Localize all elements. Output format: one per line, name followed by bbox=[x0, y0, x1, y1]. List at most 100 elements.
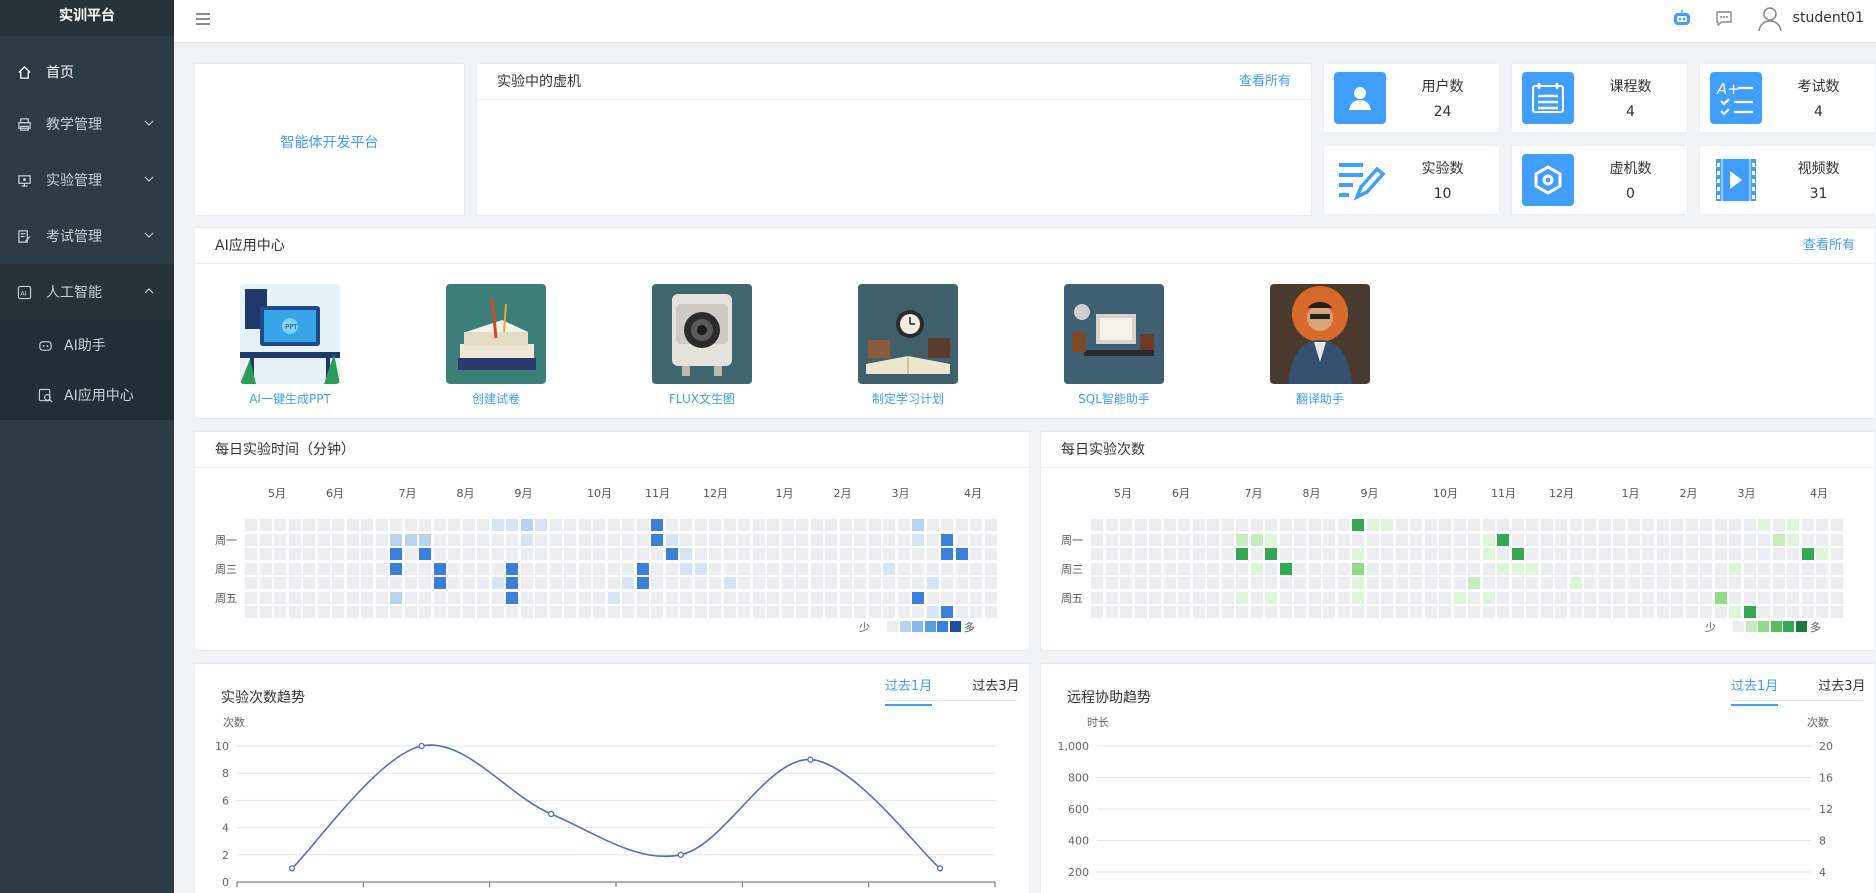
heatmap-cell[interactable] bbox=[303, 606, 315, 618]
heatmap-cell[interactable] bbox=[1120, 577, 1132, 589]
heatmap-cell[interactable] bbox=[607, 577, 620, 589]
heatmap-cell[interactable] bbox=[477, 562, 489, 575]
heatmap-cell[interactable] bbox=[825, 562, 837, 575]
heatmap-cell[interactable] bbox=[259, 577, 272, 589]
heatmap-cell[interactable] bbox=[259, 548, 272, 560]
heatmap-cell[interactable] bbox=[1627, 519, 1640, 531]
heatmap-cell[interactable] bbox=[477, 606, 489, 618]
heatmap-cell[interactable] bbox=[1308, 577, 1321, 589]
heatmap-cell[interactable] bbox=[970, 533, 982, 546]
heatmap-cell[interactable] bbox=[462, 606, 475, 618]
heatmap-cell[interactable] bbox=[245, 548, 257, 560]
heatmap-cell[interactable] bbox=[578, 606, 591, 618]
heatmap-cell[interactable] bbox=[1671, 533, 1683, 546]
heatmap-cell[interactable] bbox=[404, 591, 417, 604]
heatmap-cell[interactable] bbox=[1120, 519, 1132, 531]
heatmap-cell[interactable] bbox=[361, 533, 373, 546]
heatmap-cell[interactable] bbox=[564, 577, 576, 589]
heatmap-cell[interactable] bbox=[1787, 519, 1799, 531]
ai-view-all-link[interactable]: 查看所有 bbox=[1803, 228, 1855, 264]
heatmap-cell[interactable] bbox=[520, 606, 533, 618]
heatmap-cell[interactable] bbox=[361, 548, 373, 560]
heatmap-cell[interactable] bbox=[1555, 519, 1567, 531]
heatmap-cell[interactable] bbox=[636, 519, 649, 531]
heatmap-cell[interactable] bbox=[1700, 591, 1712, 604]
heatmap-cell[interactable] bbox=[651, 577, 663, 589]
heatmap-cell[interactable] bbox=[1468, 519, 1480, 531]
heatmap-cell[interactable] bbox=[317, 577, 330, 589]
heatmap-cell[interactable] bbox=[1511, 519, 1524, 531]
agent-platform-link[interactable]: 智能体开发平台 bbox=[195, 132, 464, 152]
heatmap-cell[interactable] bbox=[274, 533, 286, 546]
heatmap-cell[interactable] bbox=[1265, 591, 1277, 604]
heatmap-cell[interactable] bbox=[477, 577, 489, 589]
heatmap-cell[interactable] bbox=[593, 519, 605, 531]
heatmap-cell[interactable] bbox=[477, 533, 489, 546]
heatmap-cell[interactable] bbox=[1685, 533, 1698, 546]
heatmap-cell[interactable] bbox=[1149, 533, 1161, 546]
heatmap-cell[interactable] bbox=[520, 519, 533, 531]
heatmap-cell[interactable] bbox=[1250, 519, 1263, 531]
heatmap-cell[interactable] bbox=[883, 577, 895, 589]
heatmap-cell[interactable] bbox=[1105, 548, 1118, 560]
heatmap-cell[interactable] bbox=[1787, 533, 1799, 546]
heatmap-cell[interactable] bbox=[709, 533, 721, 546]
heatmap-cell[interactable] bbox=[1584, 562, 1596, 575]
heatmap-cell[interactable] bbox=[506, 562, 518, 575]
heatmap-cell[interactable] bbox=[332, 562, 344, 575]
heatmap-cell[interactable] bbox=[1294, 562, 1306, 575]
heatmap-cell[interactable] bbox=[781, 548, 794, 560]
heatmap-cell[interactable] bbox=[912, 562, 924, 575]
heatmap-cell[interactable] bbox=[622, 519, 634, 531]
heatmap-cell[interactable] bbox=[709, 548, 721, 560]
heatmap-cell[interactable] bbox=[665, 533, 678, 546]
heatmap-cell[interactable] bbox=[346, 548, 359, 560]
heatmap-cell[interactable] bbox=[1308, 606, 1321, 618]
heatmap-cell[interactable] bbox=[1439, 548, 1451, 560]
heatmap-cell[interactable] bbox=[317, 606, 330, 618]
heatmap-cell[interactable] bbox=[1308, 562, 1321, 575]
heatmap-cell[interactable] bbox=[1207, 606, 1219, 618]
heatmap-cell[interactable] bbox=[332, 606, 344, 618]
data-point[interactable] bbox=[807, 756, 814, 763]
heatmap-cell[interactable] bbox=[738, 548, 750, 560]
heatmap-cell[interactable] bbox=[1540, 606, 1553, 618]
heatmap-cell[interactable] bbox=[651, 519, 663, 531]
heatmap-cell[interactable] bbox=[1685, 548, 1698, 560]
heatmap-cell[interactable] bbox=[1163, 533, 1176, 546]
heatmap-cell[interactable] bbox=[375, 591, 388, 604]
heatmap-cell[interactable] bbox=[346, 591, 359, 604]
heatmap-cell[interactable] bbox=[549, 606, 562, 618]
heatmap-cell[interactable] bbox=[970, 562, 982, 575]
heatmap-cell[interactable] bbox=[1453, 562, 1466, 575]
heatmap-cell[interactable] bbox=[1424, 533, 1437, 546]
heatmap-cell[interactable] bbox=[1642, 606, 1654, 618]
heatmap-cell[interactable] bbox=[433, 533, 446, 546]
heatmap-cell[interactable] bbox=[1729, 562, 1741, 575]
heatmap-cell[interactable] bbox=[636, 606, 649, 618]
heatmap-cell[interactable] bbox=[1120, 591, 1132, 604]
heatmap-cell[interactable] bbox=[825, 606, 837, 618]
heatmap-cell[interactable] bbox=[303, 533, 315, 546]
heatmap-cell[interactable] bbox=[926, 562, 939, 575]
heatmap-cell[interactable] bbox=[955, 519, 968, 531]
heatmap-cell[interactable] bbox=[462, 591, 475, 604]
tab-past-1-month[interactable]: 过去1月 bbox=[1731, 675, 1779, 706]
heatmap-cell[interactable] bbox=[1714, 562, 1727, 575]
heatmap-cell[interactable] bbox=[1439, 562, 1451, 575]
heatmap-cell[interactable] bbox=[1265, 519, 1277, 531]
heatmap-cell[interactable] bbox=[1772, 577, 1785, 589]
heatmap-cell[interactable] bbox=[1163, 519, 1176, 531]
heatmap-cell[interactable] bbox=[361, 577, 373, 589]
heatmap-cell[interactable] bbox=[390, 577, 402, 589]
heatmap-cell[interactable] bbox=[375, 606, 388, 618]
heatmap-cell[interactable] bbox=[622, 548, 634, 560]
heatmap-cell[interactable] bbox=[1424, 606, 1437, 618]
heatmap-cell[interactable] bbox=[1149, 562, 1161, 575]
heatmap-cell[interactable] bbox=[868, 606, 881, 618]
heatmap-cell[interactable] bbox=[1091, 533, 1103, 546]
heatmap-cell[interactable] bbox=[1163, 577, 1176, 589]
heatmap-cell[interactable] bbox=[1395, 591, 1408, 604]
heatmap-cell[interactable] bbox=[665, 591, 678, 604]
heatmap-cell[interactable] bbox=[1772, 562, 1785, 575]
